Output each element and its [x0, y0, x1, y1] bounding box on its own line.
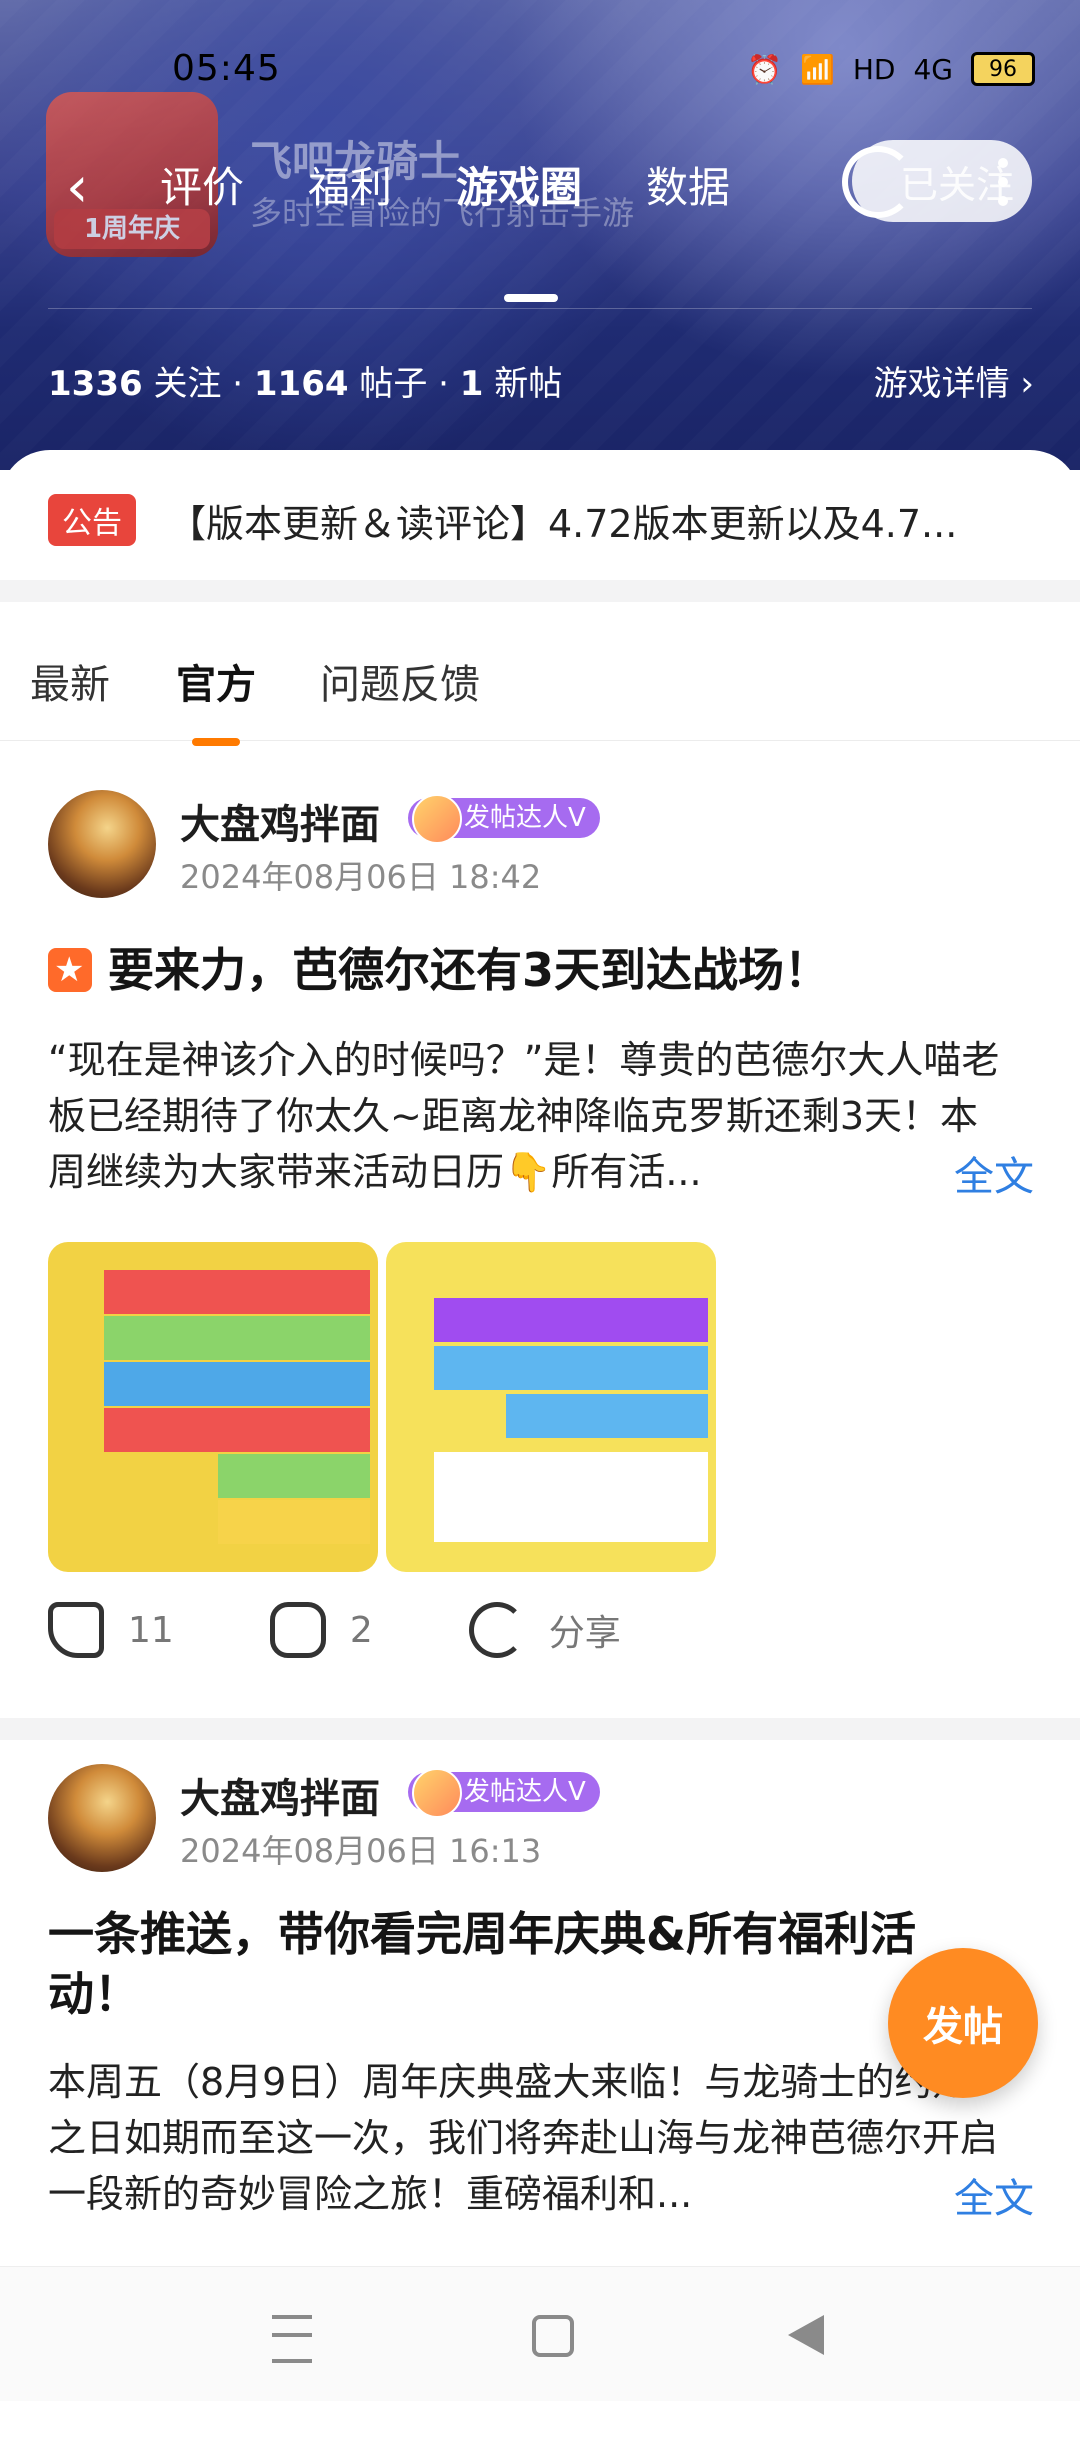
post-title[interactable]: 要来力，芭德尔还有3天到达战场！: [48, 940, 1032, 1000]
follow-button[interactable]: 已关注: [842, 140, 1032, 222]
poster-badge: 发帖达人V: [408, 1768, 600, 1818]
top-nav: ‹ 详情 评价 福利 游戏圈 数据 已关注: [0, 140, 1080, 302]
image-band: [434, 1346, 708, 1390]
alarm-icon: ⏰: [747, 52, 782, 86]
new-posts-label: 新帖: [494, 364, 563, 404]
image-band: [104, 1362, 370, 1406]
post-actions: 11 2 分享: [48, 1602, 717, 1658]
tab-game-circle[interactable]: 游戏圈: [456, 154, 582, 302]
activity-calendar-image-1[interactable]: [48, 1242, 378, 1572]
image-band: [218, 1500, 370, 1544]
back-triangle-icon[interactable]: [788, 2315, 824, 2355]
post-body: “现在是神该介入的时候吗？”是！尊贵的芭德尔大人喵老板已经期待了你太久~距离龙神…: [48, 1038, 1000, 1194]
announcement-bar[interactable]: 公告 【版本更新＆读评论】4.72版本更新以及4.7...: [48, 490, 1034, 550]
featured-star-icon: [48, 947, 92, 992]
followers-count: 1336: [48, 364, 143, 404]
status-bar: 05:45 ⏰ 📶 HD 4G 96: [0, 40, 1080, 100]
post-title[interactable]: 一条推送，带你看完周年庆典&所有福利活动！: [48, 1904, 948, 2024]
image-band: [434, 1452, 708, 1542]
read-more-link[interactable]: 全文: [954, 1144, 1034, 1202]
clock: 05:45: [172, 48, 281, 89]
tab-reviews[interactable]: 评价: [160, 154, 244, 276]
create-post-label: 发帖: [923, 2004, 1003, 2050]
comment-icon: [269, 1602, 326, 1658]
tab-latest[interactable]: 最新: [30, 652, 110, 710]
back-button[interactable]: ‹: [66, 160, 110, 220]
share-button[interactable]: 分享: [468, 1602, 621, 1658]
image-band: [434, 1298, 708, 1342]
content-sheet: 公告 【版本更新＆读评论】4.72版本更新以及4.7... 最新 官方 问题反馈…: [0, 450, 1080, 2400]
comment-count: 2: [349, 1609, 373, 1651]
followers-label: 关注: [153, 364, 222, 404]
follow-label: 已关注: [899, 162, 1014, 207]
feed-tabs: 最新 官方 问题反馈: [0, 600, 1080, 746]
activity-calendar-image-2[interactable]: [386, 1242, 716, 1572]
poster-badge: 发帖达人V: [408, 794, 600, 844]
divider: [48, 308, 1032, 309]
game-header-banner: 05:45 ⏰ 📶 HD 4G 96 1周年庆 飞吧龙骑士 多时空冒险的飞行射击…: [0, 0, 1080, 470]
like-count: 11: [128, 1609, 174, 1651]
tab-official[interactable]: 官方: [176, 652, 256, 746]
game-details-label: 游戏详情: [873, 364, 1010, 404]
battery-icon: 96: [971, 52, 1035, 86]
comment-button[interactable]: 2: [269, 1602, 373, 1658]
game-details-link[interactable]: 游戏详情 ›: [874, 356, 1034, 405]
avatar[interactable]: [48, 1764, 156, 1872]
home-icon[interactable]: [532, 2315, 574, 2357]
read-more-link[interactable]: 全文: [954, 2166, 1034, 2224]
like-button[interactable]: 11: [48, 1602, 174, 1658]
post-date: 2024年08月06日 18:42: [180, 858, 542, 896]
create-post-button[interactable]: 发帖: [888, 1948, 1038, 2098]
cell-signal-icon: 4G: [913, 52, 953, 86]
posts-count: 1164: [253, 364, 349, 404]
status-icons: ⏰ 📶 HD 4G 96: [747, 52, 1035, 86]
image-band: [506, 1394, 708, 1438]
share-label: 分享: [548, 1613, 621, 1654]
share-icon: [468, 1602, 525, 1658]
tab-feedback[interactable]: 问题反馈: [320, 652, 480, 710]
tab-benefits[interactable]: 福利: [308, 154, 392, 276]
tab-data[interactable]: 数据: [646, 154, 730, 276]
wifi-icon: 📶: [799, 52, 835, 86]
system-nav-bar: [0, 2266, 1080, 2401]
new-posts-count: 1: [459, 364, 484, 404]
author-name[interactable]: 大盘鸡拌面: [180, 792, 380, 850]
thumbs-up-icon: [48, 1602, 104, 1658]
announcement-tag: 公告: [48, 494, 136, 546]
post-card[interactable]: 大盘鸡拌面 发帖达人V 2024年08月06日 18:42 要来力，芭德尔还有3…: [0, 742, 1080, 1572]
author-name[interactable]: 大盘鸡拌面: [180, 1766, 380, 1824]
section-gap: [0, 580, 1080, 602]
image-band: [218, 1454, 370, 1498]
more-menu-icon[interactable]: [998, 158, 1008, 206]
image-band: [104, 1270, 370, 1314]
image-band: [104, 1408, 370, 1452]
hd-icon: HD: [852, 52, 896, 86]
posts-label: 帖子: [359, 364, 428, 404]
top-tabs: 详情 评价 福利 游戏圈 数据: [120, 154, 794, 302]
post-title-text: 要来力，芭德尔还有3天到达战场！: [108, 943, 831, 997]
avatar[interactable]: [48, 790, 156, 898]
post-date: 2024年08月06日 16:13: [180, 1832, 542, 1870]
image-band: [104, 1316, 370, 1360]
game-stats: 1336 关注 · 1164 帖子 · 1 新帖: [48, 364, 563, 404]
post-separator: [0, 1718, 1080, 1740]
post-body: 本周五（8月9日）周年庆典盛大来临！与龙骑士的约定之日如期而至这一次，我们将奔赴…: [48, 2060, 999, 2216]
announcement-text: 【版本更新＆读评论】4.72版本更新以及4.7...: [168, 501, 958, 546]
menu-icon[interactable]: [272, 2315, 312, 2363]
